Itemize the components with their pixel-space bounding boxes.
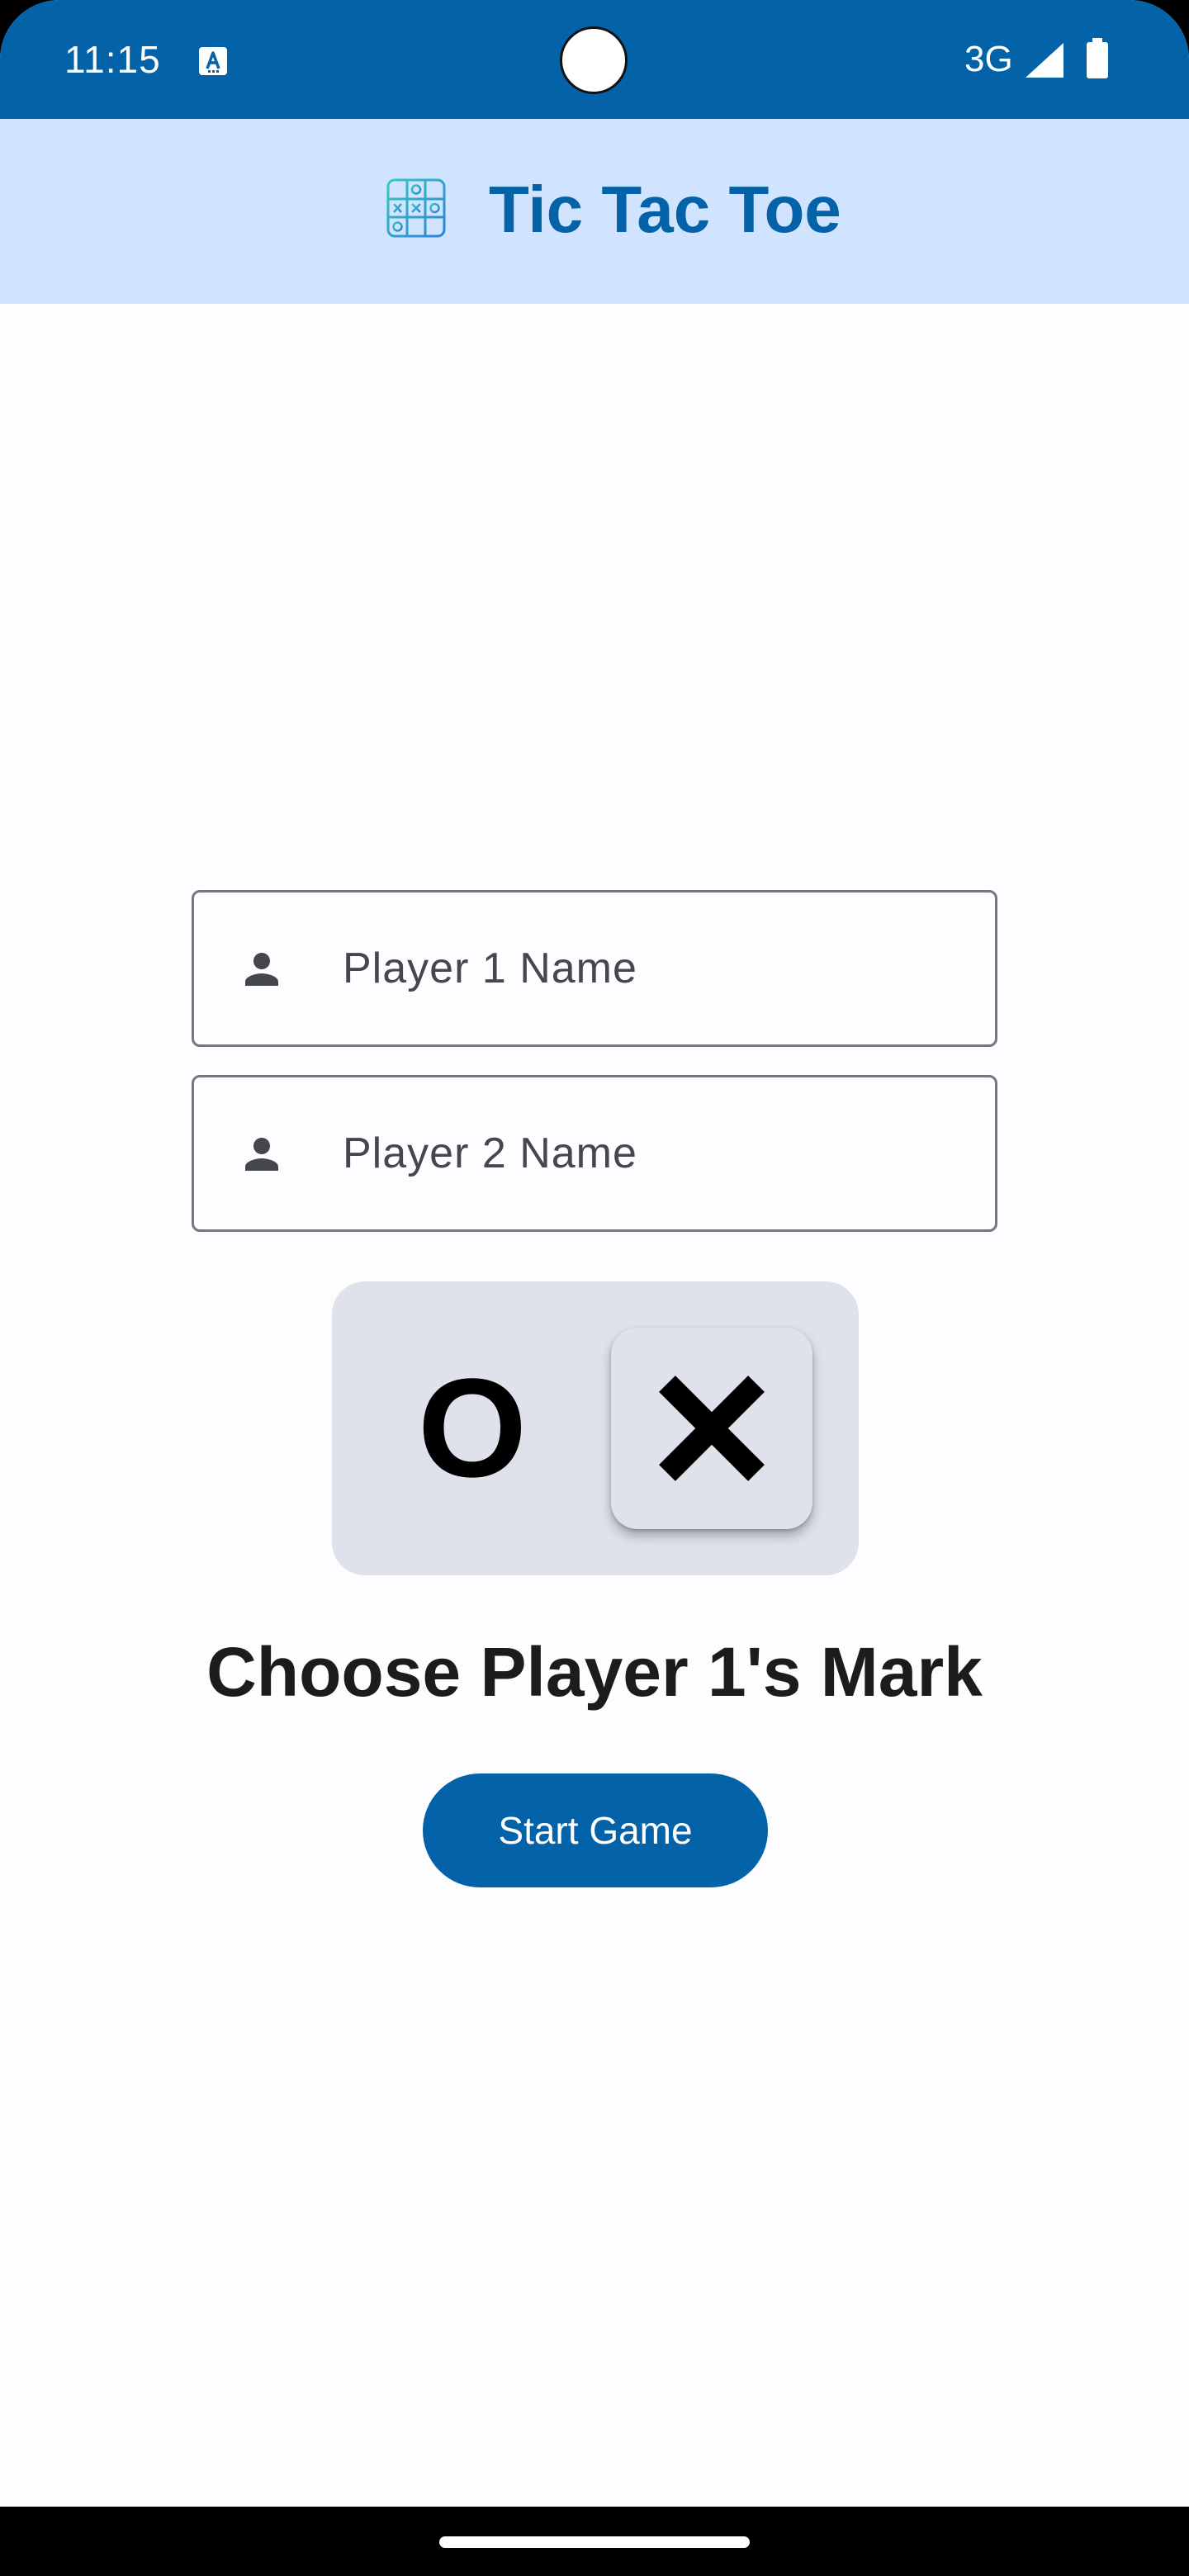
start-game-button[interactable]: Start Game [423,1773,768,1887]
player1-name-field[interactable] [192,890,997,1047]
person-icon [245,953,278,986]
player1-name-input[interactable] [343,893,970,1044]
player2-name-field[interactable] [192,1075,997,1232]
camera-cutout [560,26,628,94]
mark-toggle[interactable]: O [332,1281,859,1575]
app-screen: 11:15 3G Tic Tac Toe Player 1 Name Playe… [0,0,1189,2576]
player2-name-input[interactable] [343,1077,970,1229]
navigation-bar [0,2507,1189,2576]
app-bar: Tic Tac Toe [0,119,1189,304]
network-type: 3G [964,39,1013,79]
keyboard-a-icon [199,47,227,75]
status-time: 11:15 [64,38,161,81]
signal-icon [1026,43,1063,78]
x-mark-icon [659,1376,765,1481]
mark-x-option[interactable] [611,1328,812,1529]
home-gesture-handle[interactable] [439,2536,750,2548]
person-icon [245,1138,278,1171]
status-bar: 11:15 3G [0,0,1189,119]
app-title: Tic Tac Toe [489,173,841,246]
tic-tac-toe-grid-icon [386,178,446,238]
mark-o-option[interactable]: O [398,1354,547,1503]
battery-icon [1087,38,1108,78]
choose-mark-label: Choose Player 1's Mark [206,1633,983,1711]
